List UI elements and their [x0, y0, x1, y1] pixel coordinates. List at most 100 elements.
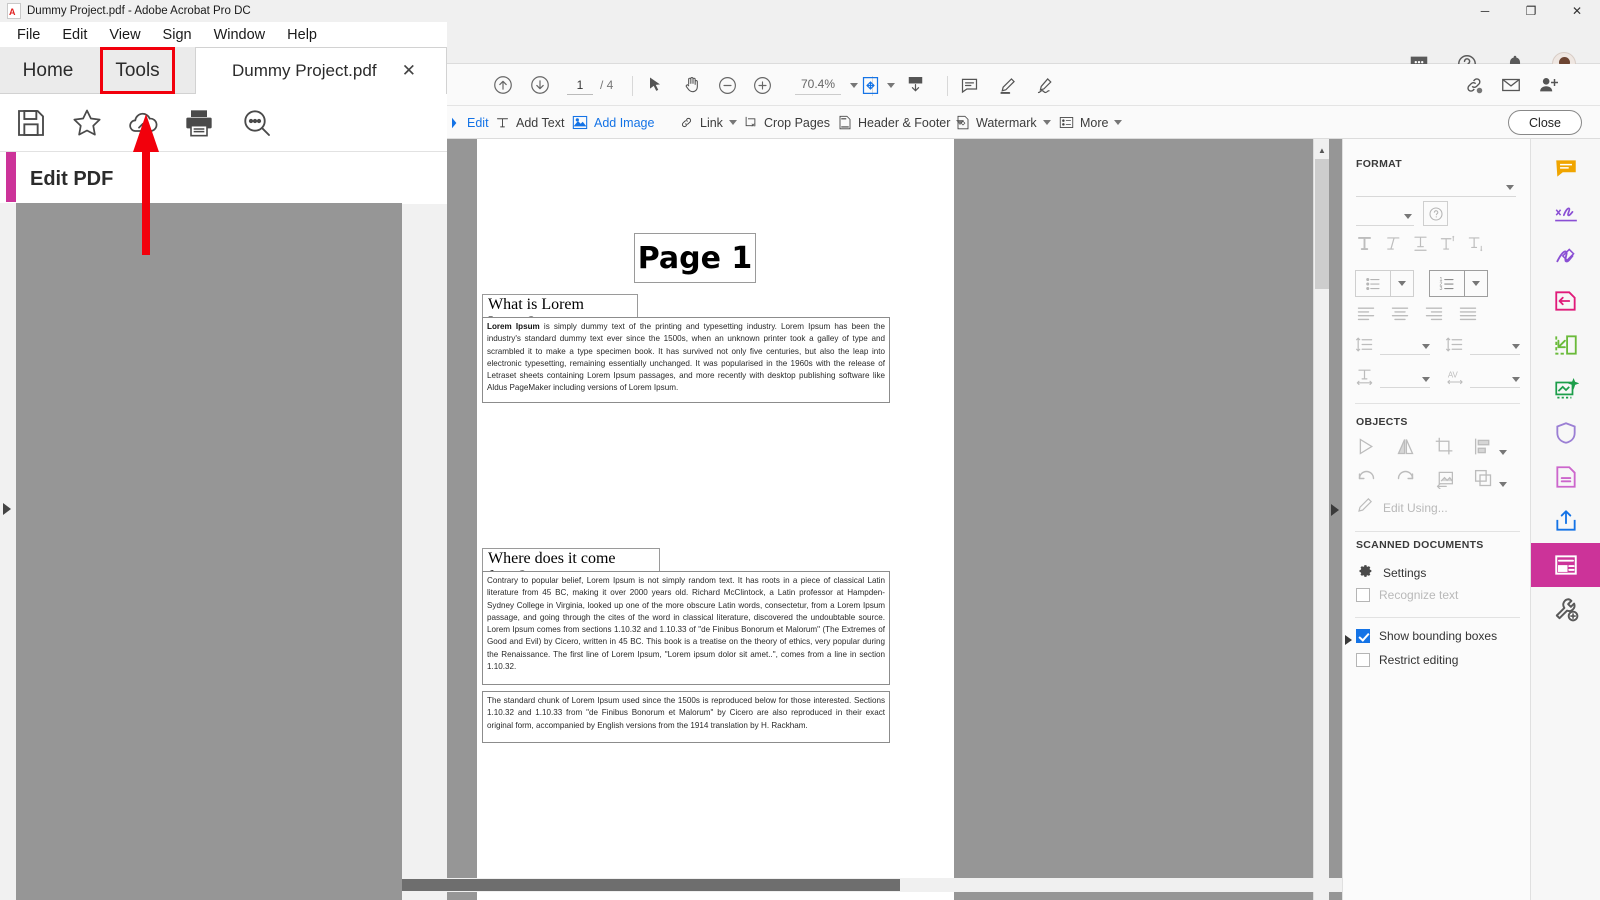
menu-help[interactable]: Help	[276, 25, 328, 45]
character-spacing-dropdown[interactable]	[1470, 371, 1520, 388]
align-right-icon[interactable]	[1424, 304, 1444, 329]
link-chevron-icon[interactable]	[728, 120, 737, 125]
crop-image-icon[interactable]	[1434, 436, 1455, 462]
paragraph-spacing-chevron-icon[interactable]	[1512, 343, 1520, 349]
select-tool-button[interactable]	[645, 73, 665, 97]
paragraph-spacing-icon[interactable]	[1445, 337, 1464, 358]
align-center-icon[interactable]	[1390, 304, 1410, 329]
comment-icon[interactable]	[959, 73, 980, 97]
more-button[interactable]: More	[1059, 112, 1123, 133]
page-title-textbox[interactable]: Page 1	[634, 233, 756, 283]
fit-page-button[interactable]	[860, 73, 895, 97]
scan-settings-button[interactable]: Settings	[1356, 561, 1426, 584]
add-text-button[interactable]: Add Text	[495, 112, 564, 133]
font-family-dropdown[interactable]	[1356, 179, 1516, 197]
highlighter-icon[interactable]	[997, 73, 1018, 97]
bulleted-list-chevron-icon[interactable]	[1398, 281, 1406, 286]
print-icon[interactable]	[183, 107, 215, 139]
protect-tool-icon[interactable]	[1531, 411, 1600, 455]
zoom-in-button[interactable]	[752, 73, 773, 97]
pdf-page[interactable]: Page 1 What is Lorem Ipsum? Lorem Ipsum …	[477, 139, 954, 900]
watermark-button[interactable]: Watermark	[956, 112, 1051, 133]
compress-pdf-tool-icon[interactable]	[1531, 455, 1600, 499]
numbered-list-icon[interactable]: 123	[1429, 270, 1465, 297]
add-person-icon[interactable]	[1537, 73, 1559, 97]
paragraph-2-textbox[interactable]: Contrary to popular belief, Lorem Ipsum …	[482, 571, 890, 685]
watermark-chevron-icon[interactable]	[1042, 120, 1051, 125]
line-spacing-dropdown[interactable]	[1380, 338, 1430, 355]
fill-and-sign-tool-icon[interactable]	[1531, 191, 1600, 235]
align-objects-icon[interactable]	[1473, 436, 1508, 462]
recognize-text-checkbox-row[interactable]: Recognize text	[1356, 588, 1458, 602]
menu-sign[interactable]: Sign	[152, 25, 203, 45]
menu-file[interactable]: File	[6, 25, 51, 45]
arrange-objects-icon[interactable]	[1473, 468, 1508, 494]
maximize-button[interactable]: ❐	[1508, 0, 1554, 22]
more-tools-icon[interactable]	[1531, 587, 1600, 631]
minimize-button[interactable]: ─	[1462, 0, 1508, 22]
crop-pages-button[interactable]: Crop Pages	[743, 112, 830, 133]
scroll-up-button[interactable]: ▲	[1314, 142, 1330, 158]
flip-vertical-icon[interactable]	[1395, 436, 1416, 462]
bulleted-list-dropdown[interactable]	[1391, 270, 1414, 297]
document-vertical-scrollbar[interactable]: ▲ ▼	[1313, 139, 1329, 900]
paragraph-3-textbox[interactable]: The standard chunk of Lorem Ipsum used s…	[482, 691, 890, 743]
character-spacing-icon[interactable]: AV	[1445, 370, 1465, 390]
align-justify-icon[interactable]	[1458, 304, 1478, 329]
flip-horizontal-icon[interactable]	[1356, 436, 1377, 462]
close-window-button[interactable]: ✕	[1554, 0, 1600, 22]
menu-edit[interactable]: Edit	[51, 25, 98, 45]
numbered-list-dropdown[interactable]	[1465, 270, 1488, 297]
align-left-icon[interactable]	[1356, 304, 1376, 329]
line-spacing-chevron-icon[interactable]	[1422, 343, 1430, 349]
tab-tools[interactable]: Tools	[100, 47, 175, 94]
font-size-dropdown[interactable]	[1356, 208, 1414, 226]
bulleted-list-icon[interactable]	[1355, 270, 1391, 297]
horizontal-scale-chevron-icon[interactable]	[1422, 376, 1430, 382]
enhance-scans-tool-icon[interactable]	[1531, 367, 1600, 411]
menu-window[interactable]: Window	[203, 25, 277, 45]
expand-left-panel-arrow-icon[interactable]	[3, 503, 11, 515]
close-tool-button[interactable]: Close	[1508, 110, 1582, 135]
scroll-mode-button[interactable]	[905, 73, 926, 97]
comment-tool-icon[interactable]	[1531, 147, 1600, 191]
edit-using-button[interactable]: Edit Using...	[1356, 496, 1448, 519]
horizontal-scale-icon[interactable]	[1355, 369, 1374, 390]
rotate-clockwise-icon[interactable]	[1395, 468, 1416, 494]
collapse-panel-arrow-icon[interactable]	[1345, 635, 1352, 645]
recognize-text-checkbox[interactable]	[1356, 588, 1370, 602]
tab-close-icon[interactable]: ✕	[402, 61, 416, 81]
tab-home[interactable]: Home	[8, 47, 88, 94]
numbered-list-chevron-icon[interactable]	[1472, 281, 1480, 286]
line-spacing-icon[interactable]	[1355, 337, 1374, 358]
font-size-chevron-icon[interactable]	[1404, 214, 1412, 219]
page-number-input[interactable]	[567, 75, 593, 95]
arrange-objects-chevron-icon[interactable]	[1499, 482, 1508, 488]
more-chevron-icon[interactable]	[1114, 120, 1123, 125]
sign-tool-icon[interactable]	[1531, 235, 1600, 279]
hscroll-thumb[interactable]	[320, 879, 900, 891]
search-icon[interactable]	[241, 107, 273, 139]
show-bounding-boxes-row[interactable]: Show bounding boxes	[1356, 629, 1497, 643]
document-horizontal-scrollbar[interactable]	[320, 878, 1342, 892]
add-image-button[interactable]: Add Image	[572, 112, 654, 133]
show-bounding-boxes-checkbox[interactable]	[1356, 629, 1370, 643]
prev-page-button[interactable]	[492, 73, 514, 97]
export-pdf-tool-icon[interactable]	[1531, 279, 1600, 323]
chevron-down-icon[interactable]	[850, 82, 859, 88]
paragraph-1-textbox[interactable]: Lorem Ipsum is simply dummy text of the …	[482, 317, 890, 403]
rotate-counterclockwise-icon[interactable]	[1356, 468, 1377, 494]
send-for-review-tool-icon[interactable]	[1531, 499, 1600, 543]
align-objects-chevron-icon[interactable]	[1499, 450, 1508, 456]
bold-icon[interactable]	[1355, 234, 1374, 258]
restrict-editing-row[interactable]: Restrict editing	[1356, 653, 1458, 667]
zoom-level-group[interactable]: 70.4%	[795, 73, 859, 97]
superscript-icon[interactable]	[1439, 234, 1458, 258]
draw-icon[interactable]	[1035, 73, 1056, 97]
zoom-out-button[interactable]	[717, 73, 738, 97]
subscript-icon[interactable]	[1467, 234, 1486, 258]
paragraph-spacing-dropdown[interactable]	[1470, 338, 1520, 355]
star-icon[interactable]	[71, 107, 103, 139]
horizontal-scale-dropdown[interactable]	[1380, 371, 1430, 388]
replace-image-icon[interactable]	[1434, 468, 1455, 494]
